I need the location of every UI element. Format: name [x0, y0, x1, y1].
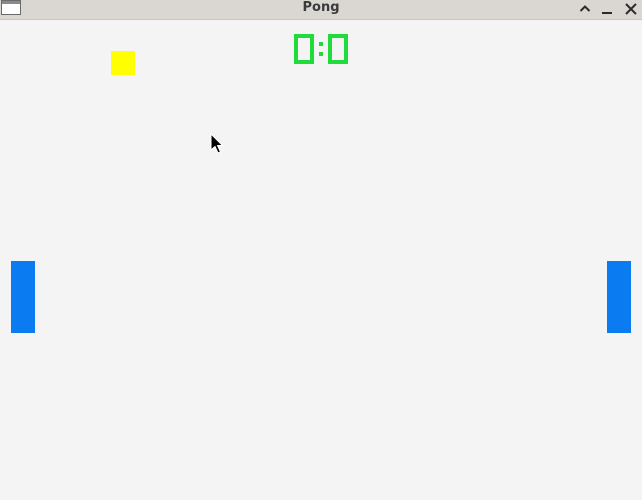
score-left-digit [294, 34, 314, 64]
close-icon [625, 3, 637, 15]
right-paddle [607, 261, 631, 333]
minimize-button[interactable] [599, 1, 615, 17]
score-separator [319, 42, 323, 56]
left-paddle [11, 261, 35, 333]
game-canvas[interactable] [0, 20, 642, 500]
arrow-cursor-icon [210, 133, 224, 154]
title-bar[interactable]: Pong [0, 0, 642, 20]
window-title: Pong [302, 0, 340, 15]
pong-window: Pong [0, 0, 642, 500]
score-display [294, 34, 348, 64]
ball [111, 51, 135, 75]
minimize-icon [602, 12, 612, 14]
score-right-digit [328, 34, 348, 64]
maximize-button[interactable] [577, 1, 593, 17]
close-button[interactable] [623, 1, 639, 17]
chevron-up-icon [579, 5, 591, 12]
